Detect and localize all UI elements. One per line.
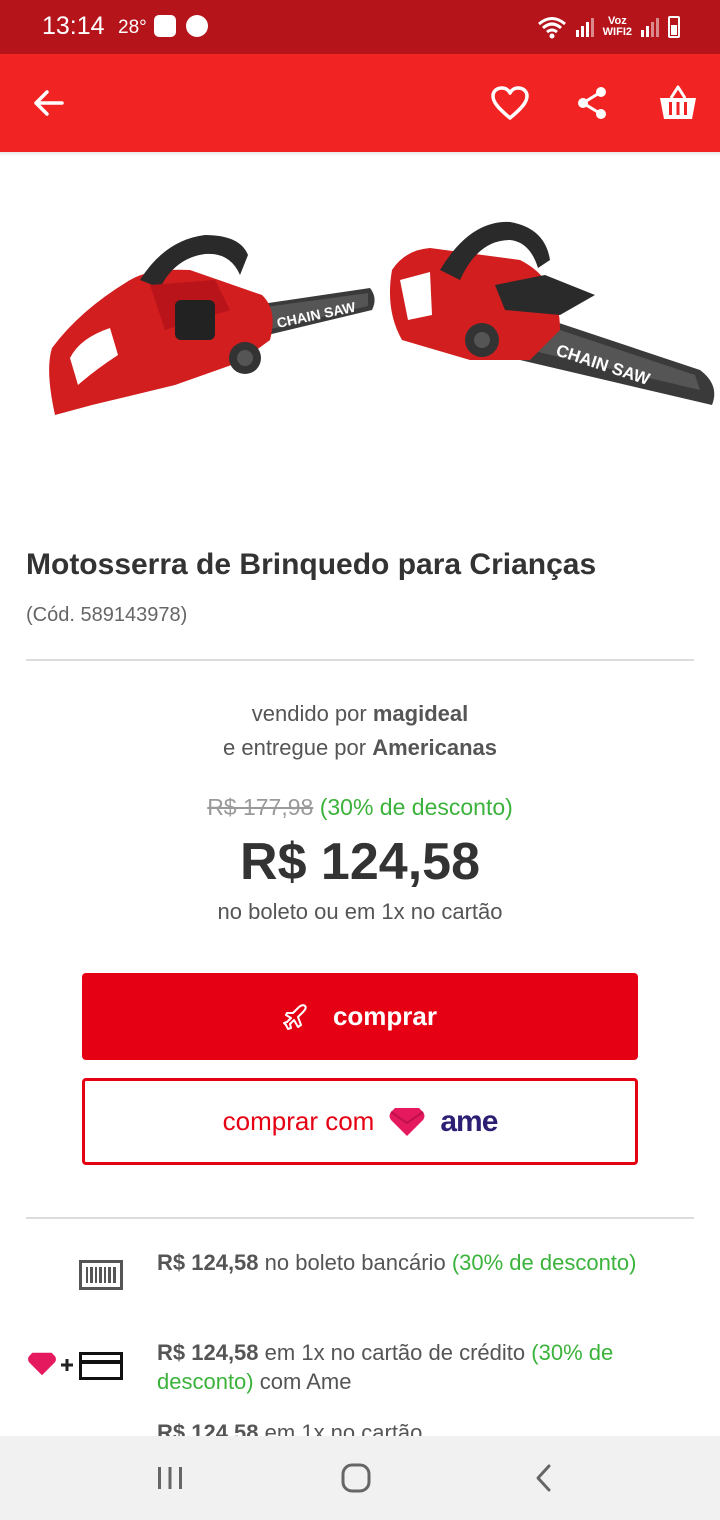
payment-discount: (30% de desconto) bbox=[451, 1250, 637, 1275]
system-nav-bar bbox=[0, 1436, 720, 1520]
status-time: 13:14 bbox=[42, 12, 105, 40]
voz-wifi-label: Voz WIFI2 bbox=[603, 16, 632, 38]
current-price: R$ 124,58 bbox=[240, 833, 480, 891]
header-shadow bbox=[0, 152, 720, 156]
back-chevron-icon bbox=[536, 1464, 551, 1492]
signal-icon bbox=[575, 18, 594, 37]
favorite-button[interactable] bbox=[488, 81, 532, 125]
share-button[interactable] bbox=[570, 81, 614, 125]
plus-icon bbox=[61, 1359, 73, 1371]
credit-card-icon bbox=[79, 1352, 123, 1380]
old-price: R$ 177,98 bbox=[207, 794, 314, 820]
product-code: (Cód. 589143978) bbox=[26, 604, 188, 626]
back-nav-button[interactable] bbox=[522, 1456, 566, 1500]
buy-button-label: comprar bbox=[332, 1001, 438, 1031]
back-arrow-icon bbox=[34, 90, 64, 116]
ame-button-label: comprar com bbox=[222, 1106, 375, 1136]
product-title: Motosserra de Brinquedo para Crianças bbox=[26, 548, 597, 581]
old-price-line: R$ 177,98 (30% de desconto) bbox=[0, 794, 720, 821]
status-bar: 13:14 28° Voz WIFI2 bbox=[0, 0, 720, 54]
sold-by-prefix: vendido por bbox=[251, 701, 367, 726]
home-icon bbox=[341, 1463, 371, 1493]
home-button[interactable] bbox=[334, 1456, 378, 1500]
divider-2 bbox=[26, 1217, 694, 1219]
wifi2-label: WIFI2 bbox=[602, 26, 632, 38]
battery-icon bbox=[668, 16, 680, 38]
price-note: no boleto ou em 1x no cartão bbox=[217, 899, 503, 924]
payment-description: no boleto bancário bbox=[264, 1250, 446, 1275]
recent-apps-button[interactable] bbox=[148, 1456, 192, 1500]
delivered-by-prefix: e entregue por bbox=[223, 735, 367, 760]
signal-icon-2 bbox=[641, 18, 659, 37]
chainsaw-left: CHAIN SAW bbox=[49, 235, 375, 415]
buy-button[interactable]: comprar bbox=[82, 973, 638, 1060]
share-icon bbox=[578, 87, 606, 119]
heart-icon bbox=[491, 86, 529, 120]
airplane-icon bbox=[282, 1003, 307, 1030]
divider bbox=[26, 659, 694, 661]
status-temperature: 28° bbox=[118, 17, 147, 38]
ame-heart-small-icon bbox=[28, 1352, 56, 1376]
ame-heart-icon bbox=[389, 1107, 425, 1136]
sold-by-line: vendido por magideal bbox=[0, 701, 720, 727]
product-image[interactable]: CHAIN SAW CHAIN SAW bbox=[0, 180, 720, 480]
discount-label: (30% de desconto) bbox=[319, 794, 513, 820]
basket-icon bbox=[660, 85, 696, 119]
notification-icon bbox=[154, 15, 176, 37]
delivery-company: Americanas bbox=[372, 735, 497, 760]
barcode-icon bbox=[79, 1260, 123, 1290]
seller-name[interactable]: magideal bbox=[373, 701, 468, 726]
chainsaw-right: CHAIN SAW bbox=[389, 221, 715, 405]
payment-amount: R$ 124,58 bbox=[157, 1250, 259, 1275]
wifi-icon bbox=[537, 17, 566, 39]
payment-description: em 1x no cartão de crédito bbox=[264, 1340, 526, 1365]
payment-option-text: R$ 124,58 no boleto bancário (30% de des… bbox=[157, 1248, 687, 1277]
buy-with-ame-button[interactable]: comprar com ame bbox=[82, 1078, 638, 1165]
app-header bbox=[0, 54, 720, 152]
back-button[interactable] bbox=[27, 81, 71, 125]
delivered-by-line: e entregue por Americanas bbox=[0, 735, 720, 761]
notification-icon-2 bbox=[186, 15, 208, 37]
payment-suffix: com Ame bbox=[259, 1369, 352, 1394]
payment-amount: R$ 124,58 bbox=[157, 1340, 259, 1365]
status-indicators: Voz WIFI2 bbox=[537, 10, 680, 44]
payment-option-text: R$ 124,58 em 1x no cartão de crédito (30… bbox=[157, 1338, 687, 1396]
ame-brand: ame bbox=[440, 1104, 498, 1138]
cart-button[interactable] bbox=[656, 81, 700, 125]
recent-apps-icon bbox=[158, 1467, 182, 1489]
